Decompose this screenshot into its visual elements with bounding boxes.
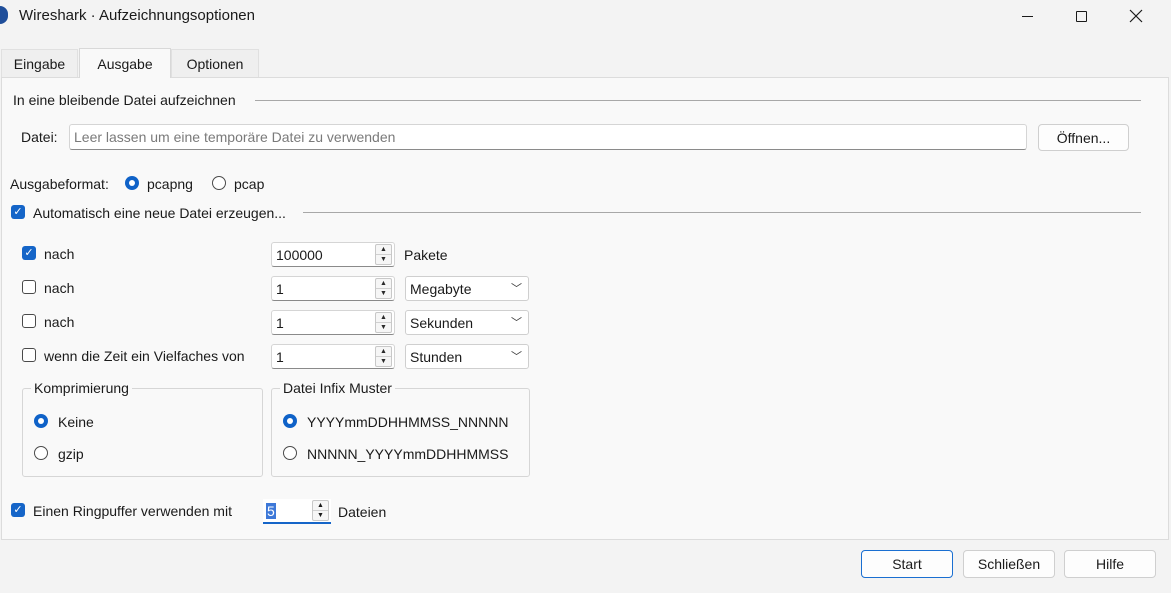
infix-title: Datei Infix Muster <box>280 380 395 396</box>
infix-timestamp-first-label[interactable]: YYYYmmDDHHMMSS_NNNNN <box>307 414 508 430</box>
file-section-heading: In eine bleibende Datei aufzeichnen <box>13 92 236 108</box>
infix-timestamp-first-radio[interactable] <box>283 414 297 428</box>
chevron-down-icon: ﹀ <box>511 351 522 363</box>
after-seconds-label: nach <box>44 314 75 330</box>
after-packets-label: nach <box>44 246 75 262</box>
infix-number-first-radio[interactable] <box>283 446 297 460</box>
window-title: Wireshark · Aufzeichnungsoptionen <box>19 7 255 24</box>
time-multiple-checkbox[interactable] <box>22 348 36 362</box>
spin-down-icon[interactable]: ▼ <box>376 323 391 333</box>
compression-title: Komprimierung <box>31 380 132 396</box>
spin-down-icon[interactable]: ▼ <box>376 255 391 265</box>
compression-gzip-radio[interactable] <box>34 446 48 460</box>
minimize-button[interactable] <box>1004 0 1050 32</box>
file-label: Datei: <box>21 129 58 145</box>
seconds-value[interactable]: 1 <box>276 315 284 331</box>
ring-buffer-unit-label: Dateien <box>338 504 387 520</box>
time-multiple-label: wenn die Zeit ein Vielfaches von <box>44 348 245 364</box>
packets-unit-label: Pakete <box>404 247 448 263</box>
spin-up-icon[interactable]: ▲ <box>376 245 391 255</box>
packets-value[interactable]: 100000 <box>276 247 323 263</box>
tab-ausgabe[interactable]: Ausgabe <box>79 48 171 78</box>
interval-unit-value: Stunden <box>410 349 463 365</box>
open-file-button[interactable]: Öffnen... <box>1038 124 1129 151</box>
pcapng-label[interactable]: pcapng <box>147 176 193 192</box>
infix-groupbox <box>271 388 530 477</box>
size-unit-dropdown[interactable]: Megabyte ﹀ <box>405 276 529 301</box>
size-unit-value: Megabyte <box>410 281 472 297</box>
pcapng-radio[interactable] <box>125 176 139 190</box>
maximize-icon <box>1075 10 1087 22</box>
pcap-radio[interactable] <box>212 176 226 190</box>
compression-none-radio[interactable] <box>34 414 48 428</box>
interval-value[interactable]: 1 <box>276 349 284 365</box>
spin-down-icon[interactable]: ▼ <box>376 289 391 299</box>
ring-buffer-value[interactable]: 5 <box>266 503 276 519</box>
after-packets-checkbox[interactable]: ✓ <box>22 246 36 260</box>
close-icon <box>1129 9 1143 23</box>
size-value[interactable]: 1 <box>276 281 284 297</box>
ring-buffer-spinbox[interactable]: 5 ▲ ▼ <box>263 499 331 524</box>
tab-optionen[interactable]: Optionen <box>171 49 259 77</box>
auto-new-file-label[interactable]: Automatisch eine neue Datei erzeugen... <box>33 205 286 221</box>
ring-buffer-label[interactable]: Einen Ringpuffer verwenden mit <box>33 503 232 519</box>
close-button[interactable]: Schließen <box>963 550 1055 578</box>
after-seconds-checkbox[interactable] <box>22 314 36 328</box>
maximize-button[interactable] <box>1058 0 1104 32</box>
spin-arrows[interactable]: ▲ ▼ <box>375 346 392 367</box>
interval-spinbox[interactable]: 1 ▲ ▼ <box>271 344 395 369</box>
tab-eingabe[interactable]: Eingabe <box>1 49 78 77</box>
section-divider <box>303 212 1141 213</box>
compression-groupbox <box>22 388 263 477</box>
spin-up-icon[interactable]: ▲ <box>376 347 391 357</box>
spin-arrows[interactable]: ▲ ▼ <box>312 500 329 521</box>
start-button[interactable]: Start <box>861 550 953 578</box>
seconds-spinbox[interactable]: 1 ▲ ▼ <box>271 310 395 335</box>
size-spinbox[interactable]: 1 ▲ ▼ <box>271 276 395 301</box>
interval-unit-dropdown[interactable]: Stunden ﹀ <box>405 344 529 369</box>
section-divider <box>255 100 1141 101</box>
after-size-checkbox[interactable] <box>22 280 36 294</box>
chevron-down-icon: ﹀ <box>511 317 522 329</box>
help-button[interactable]: Hilfe <box>1064 550 1156 578</box>
pcap-label[interactable]: pcap <box>234 176 264 192</box>
spin-up-icon[interactable]: ▲ <box>376 313 391 323</box>
auto-new-file-checkbox[interactable]: ✓ <box>11 205 25 219</box>
spin-down-icon[interactable]: ▼ <box>376 357 391 367</box>
packets-spinbox[interactable]: 100000 ▲ ▼ <box>271 242 395 267</box>
spin-down-icon[interactable]: ▼ <box>313 511 328 521</box>
chevron-down-icon: ﹀ <box>511 283 522 295</box>
after-size-label: nach <box>44 280 75 296</box>
format-label: Ausgabeformat: <box>10 176 109 192</box>
spin-arrows[interactable]: ▲ ▼ <box>375 244 392 265</box>
ring-buffer-checkbox[interactable]: ✓ <box>11 503 25 517</box>
time-unit-dropdown[interactable]: Sekunden ﹀ <box>405 310 529 335</box>
time-unit-value: Sekunden <box>410 315 474 331</box>
spin-arrows[interactable]: ▲ ▼ <box>375 312 392 333</box>
spin-up-icon[interactable]: ▲ <box>376 279 391 289</box>
spin-arrows[interactable]: ▲ ▼ <box>375 278 392 299</box>
file-path-input[interactable] <box>69 124 1027 150</box>
infix-number-first-label[interactable]: NNNNN_YYYYmmDDHHMMSS <box>307 446 508 462</box>
compression-gzip-label[interactable]: gzip <box>58 446 84 462</box>
spin-up-icon[interactable]: ▲ <box>313 501 328 511</box>
close-window-button[interactable] <box>1113 0 1159 32</box>
minimize-icon <box>1021 15 1033 17</box>
compression-none-label[interactable]: Keine <box>58 414 94 430</box>
